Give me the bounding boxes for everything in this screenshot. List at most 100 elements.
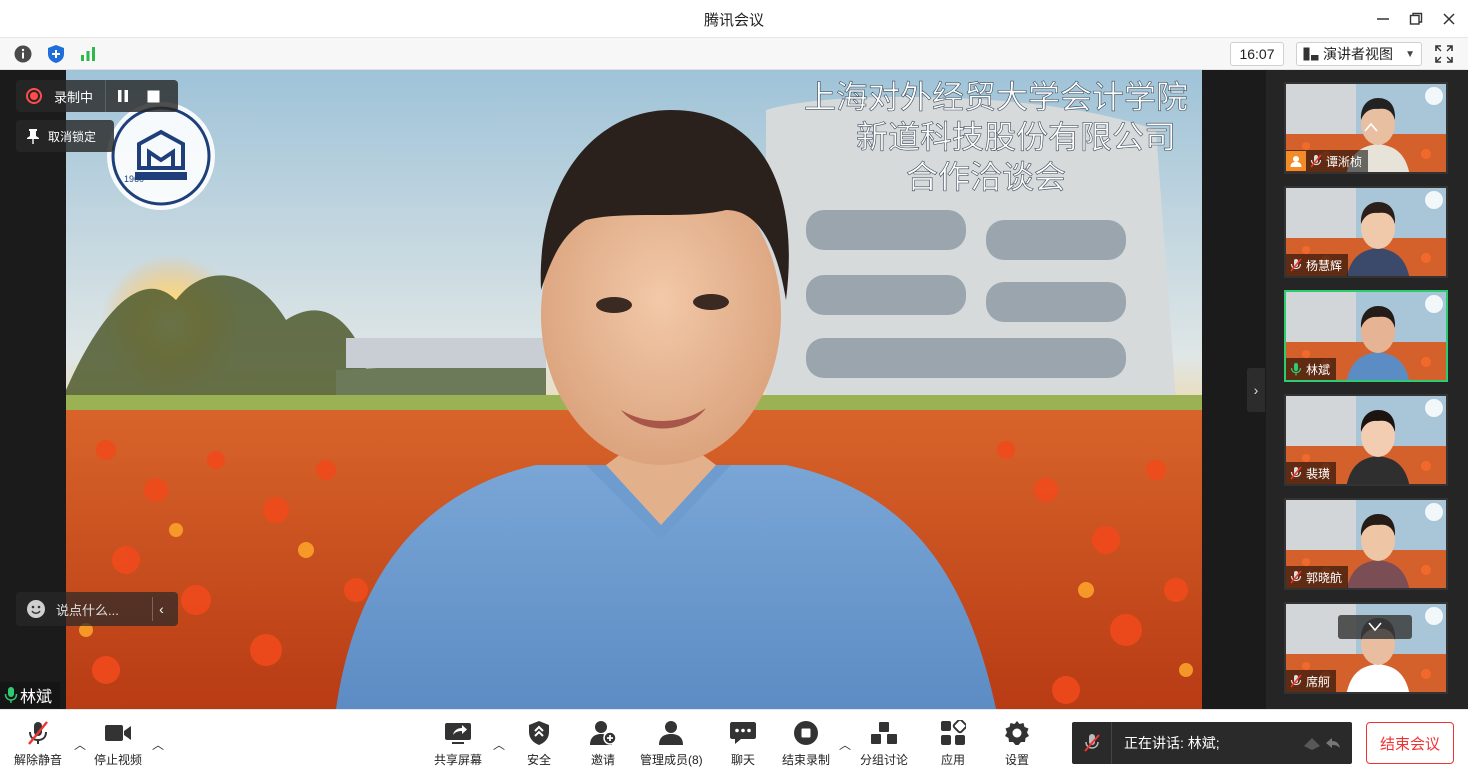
end-meeting-button[interactable]: 结束会议 — [1366, 722, 1454, 764]
invite-label: 邀请 — [590, 753, 615, 767]
invite-button[interactable]: 邀请 — [588, 718, 618, 770]
video-camera-icon — [103, 718, 133, 748]
participant-name-tag: 席舸 — [1286, 670, 1337, 692]
meeting-clock: 16:07 — [1230, 42, 1284, 66]
participant-name-tag: 郭晓航 — [1286, 566, 1349, 588]
apps-grid-icon — [938, 718, 968, 748]
manage-members-label: 管理成员(8) — [640, 753, 703, 767]
meeting-window: 腾讯会议 16:07 演讲者视图 ▼ 1960 上海对外经贸大学会计学院 新道科… — [0, 0, 1468, 772]
members-icon — [656, 718, 686, 748]
emoji-icon[interactable] — [26, 599, 46, 619]
mic-muted-icon — [1290, 258, 1302, 272]
now-speaking-label: 正在讲话: 林斌; — [1124, 735, 1220, 751]
banner-line-2: 新道科技股份有限公司 — [856, 118, 1176, 156]
info-icon[interactable] — [12, 43, 34, 65]
breakout-rooms-label: 分组讨论 — [860, 753, 909, 767]
now-speaking-panel: 正在讲话: 林斌; — [1072, 722, 1352, 764]
chat-placeholder[interactable]: 说点什么... — [56, 600, 119, 619]
control-bar: 解除静音 ︿ 停止视频 ︿ 共享屏幕 ︿ 安全 邀请 管理成员(8) 聊天 结束… — [0, 709, 1468, 772]
stop-video-button[interactable]: 停止视频 — [94, 718, 142, 770]
settings-button[interactable]: 设置 — [1002, 718, 1032, 770]
record-options-chevron-icon[interactable]: ︿ — [839, 736, 851, 753]
stop-icon — [147, 90, 160, 102]
fullscreen-icon[interactable] — [1434, 44, 1456, 66]
chevron-up-icon[interactable] — [1356, 118, 1386, 136]
mic-muted-icon — [1290, 466, 1302, 480]
host-icon — [1286, 151, 1306, 171]
mic-on-icon — [1290, 363, 1302, 376]
apps-button[interactable]: 应用 — [938, 718, 968, 770]
chat-collapse-button[interactable]: ‹ — [152, 597, 170, 621]
chat-button[interactable]: 聊天 — [728, 718, 758, 770]
window-title: 腾讯会议 — [703, 12, 764, 29]
active-speaker-name: 林斌 — [20, 689, 53, 706]
mic-muted-icon — [1290, 674, 1302, 688]
pause-recording-button[interactable] — [110, 80, 136, 112]
participant-tile[interactable]: 林斌 — [1284, 290, 1448, 382]
participant-name-tag: 谭淅桢 — [1286, 150, 1369, 172]
meeting-toolbar: 16:07 演讲者视图 ▼ — [0, 38, 1468, 70]
mic-on-icon — [4, 687, 18, 703]
share-screen-button[interactable]: 共享屏幕 — [434, 718, 482, 770]
main-video[interactable]: 1960 上海对外经贸大学会计学院 新道科技股份有限公司 合作洽谈会 — [66, 70, 1202, 709]
participant-name: 杨慧辉 — [1306, 258, 1343, 273]
participant-tile[interactable]: 郭晓航 — [1284, 498, 1448, 590]
minimize-icon[interactable] — [1370, 6, 1396, 32]
participant-name-tag: 裴璜 — [1286, 462, 1337, 484]
chevron-down-icon — [1368, 622, 1382, 632]
video-options-chevron-icon[interactable]: ︿ — [152, 736, 164, 753]
stop-recording-button[interactable] — [140, 80, 166, 112]
main-stage: 1960 上海对外经贸大学会计学院 新道科技股份有限公司 合作洽谈会 录制中 取… — [0, 70, 1266, 709]
record-stop-icon — [791, 718, 821, 748]
unmute-button[interactable]: 解除静音 — [14, 718, 62, 770]
virtual-background: 1960 上海对外经贸大学会计学院 新道科技股份有限公司 合作洽谈会 — [66, 70, 1202, 709]
settings-label: 设置 — [1004, 753, 1029, 767]
audio-options-chevron-icon[interactable]: ︿ — [74, 736, 86, 753]
participant-name: 裴璜 — [1306, 466, 1331, 481]
gear-icon — [1002, 718, 1032, 748]
unpin-button[interactable]: 取消锁定 — [16, 120, 114, 152]
speaker-view-icon — [1303, 47, 1319, 61]
reply-icon — [1304, 738, 1340, 750]
participant-tile[interactable]: 杨慧辉 — [1284, 186, 1448, 278]
close-icon[interactable] — [1436, 6, 1462, 32]
share-screen-label: 共享屏幕 — [434, 753, 483, 767]
participants-panel: 谭淅桢杨慧辉林斌裴璜郭晓航席舸 — [1266, 70, 1468, 709]
unpin-label: 取消锁定 — [48, 129, 97, 144]
manage-members-button[interactable]: 管理成员(8) — [640, 718, 703, 770]
logo-year: 1960 — [124, 174, 144, 184]
breakout-icon — [869, 718, 899, 748]
restore-icon[interactable] — [1403, 6, 1429, 32]
participant-name-tag: 林斌 — [1286, 358, 1337, 380]
recording-dot-icon — [26, 88, 42, 104]
recording-indicator: 录制中 — [16, 80, 178, 112]
participant-name: 席舸 — [1306, 674, 1331, 689]
chat-label: 聊天 — [730, 753, 755, 767]
recording-label: 录制中 — [54, 89, 94, 105]
security-button[interactable]: 安全 — [524, 718, 554, 770]
collapse-panel-button[interactable]: › — [1247, 368, 1265, 412]
participant-tile[interactable]: 裴璜 — [1284, 394, 1448, 486]
shield-icon[interactable] — [45, 43, 67, 65]
participant-name: 林斌 — [1306, 362, 1331, 377]
pin-icon — [27, 129, 39, 144]
chevron-down-icon: ▼ — [1405, 48, 1415, 60]
banner-line-3: 合作洽谈会 — [906, 158, 1066, 196]
breakout-rooms-button[interactable]: 分组讨论 — [860, 718, 908, 770]
view-mode-label: 演讲者视图 — [1323, 46, 1393, 62]
mic-muted-icon — [23, 718, 53, 748]
security-shield-icon — [524, 718, 554, 748]
view-mode-select[interactable]: 演讲者视图 ▼ — [1296, 42, 1422, 66]
pause-icon — [118, 90, 129, 102]
scroll-down-button[interactable] — [1338, 615, 1412, 639]
signal-icon[interactable] — [77, 43, 99, 65]
invite-user-icon — [588, 718, 618, 748]
mic-muted-icon — [1310, 154, 1322, 168]
chat-bubble-icon — [728, 718, 758, 748]
speaking-extra-icons — [1302, 734, 1342, 752]
end-recording-button[interactable]: 结束录制 — [782, 718, 830, 770]
participant-name: 谭淅桢 — [1326, 154, 1363, 169]
quick-chat-box[interactable]: 说点什么... ‹ — [16, 592, 178, 626]
share-options-chevron-icon[interactable]: ︿ — [493, 736, 505, 753]
unmute-label: 解除静音 — [14, 753, 63, 767]
